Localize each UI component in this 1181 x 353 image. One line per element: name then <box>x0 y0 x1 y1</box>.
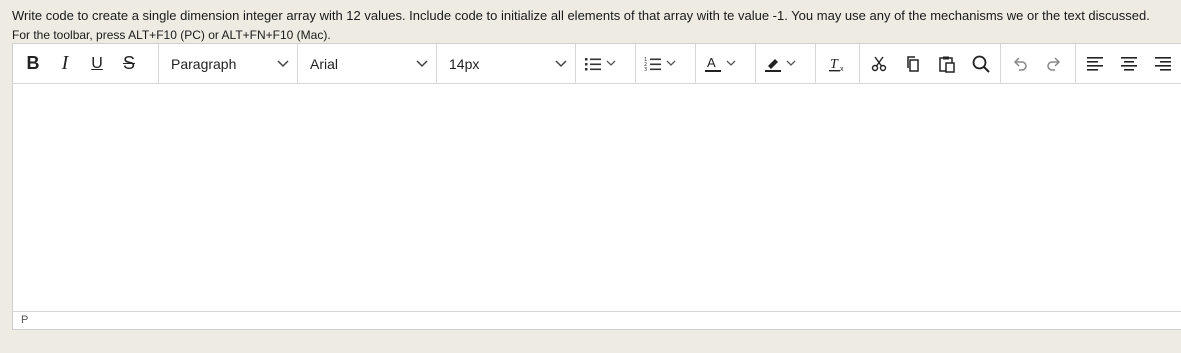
redo-button[interactable] <box>1037 48 1071 80</box>
element-path[interactable]: P <box>21 314 28 326</box>
svg-text:x: x <box>840 66 844 73</box>
numbered-list-group: 1 2 3 <box>636 44 696 83</box>
underline-button[interactable]: U <box>81 48 113 80</box>
highlighter-icon <box>765 58 781 72</box>
chevron-down-icon <box>726 60 736 66</box>
bold-button[interactable]: B <box>17 48 49 80</box>
font-size-value: 14px <box>449 55 480 72</box>
text-format-group: B I U S <box>13 44 159 83</box>
find-button[interactable] <box>964 48 998 80</box>
copy-icon <box>907 55 919 72</box>
align-center-icon <box>1121 56 1137 71</box>
highlight-color-button[interactable] <box>760 48 800 80</box>
svg-text:3: 3 <box>644 67 647 72</box>
align-right-icon <box>1155 56 1171 71</box>
editor-content-area[interactable] <box>13 83 1181 311</box>
rich-text-editor: B I U S Paragraph Arial 14px 1 2 3 A T x… <box>12 43 1181 330</box>
align-center-button[interactable] <box>1112 48 1146 80</box>
svg-text:A: A <box>707 55 716 70</box>
clipboard-group <box>860 44 1001 83</box>
question-text: Write code to create a single dimension … <box>12 8 1150 23</box>
text-color-group: A <box>696 44 756 83</box>
chevron-down-icon <box>786 60 796 66</box>
align-left-button[interactable] <box>1078 48 1112 80</box>
bullet-list-button[interactable] <box>580 48 620 80</box>
undo-icon <box>1013 56 1027 71</box>
editor-statusbar: P <box>13 311 1181 329</box>
strikethrough-button[interactable]: S <box>113 48 145 80</box>
toolbar-hint: For the toolbar, press ALT+F10 (PC) or A… <box>12 28 331 42</box>
chevron-down-icon <box>416 59 428 67</box>
text-color-icon: A <box>705 55 721 72</box>
svg-text:T: T <box>830 57 839 72</box>
scissors-icon <box>871 56 887 71</box>
copy-button[interactable] <box>896 48 930 80</box>
chevron-down-icon <box>277 59 289 67</box>
chevron-down-icon <box>555 59 567 67</box>
redo-icon <box>1047 56 1061 71</box>
chevron-down-icon <box>606 60 616 66</box>
history-group <box>1001 44 1076 83</box>
text-color-button[interactable]: A <box>700 48 740 80</box>
italic-button[interactable]: I <box>49 48 81 80</box>
chevron-down-icon <box>666 60 676 66</box>
paste-button[interactable] <box>930 48 964 80</box>
bullet-list-icon <box>585 57 601 70</box>
clear-formatting-icon: T x <box>829 57 844 73</box>
editor-toolbar: B I U S Paragraph Arial 14px 1 2 3 A T x <box>13 44 1181 84</box>
block-format-select[interactable]: Paragraph <box>159 44 298 83</box>
search-icon <box>972 55 990 73</box>
numbered-list-button[interactable]: 1 2 3 <box>640 48 680 80</box>
highlight-color-group <box>756 44 816 83</box>
bullet-list-group <box>576 44 636 83</box>
numbered-list-icon: 1 2 3 <box>644 57 661 72</box>
font-family-value: Arial <box>310 55 339 72</box>
clear-format-group: T x <box>816 44 860 83</box>
undo-button[interactable] <box>1003 48 1037 80</box>
clipboard-icon <box>939 56 955 73</box>
clear-formatting-button[interactable]: T x <box>820 48 854 80</box>
alignment-group <box>1076 44 1181 83</box>
block-format-value: Paragraph <box>171 55 237 72</box>
align-right-button[interactable] <box>1146 48 1180 80</box>
font-size-select[interactable]: 14px <box>437 44 576 83</box>
align-left-icon <box>1087 56 1103 71</box>
font-family-select[interactable]: Arial <box>298 44 437 83</box>
cut-button[interactable] <box>862 48 896 80</box>
